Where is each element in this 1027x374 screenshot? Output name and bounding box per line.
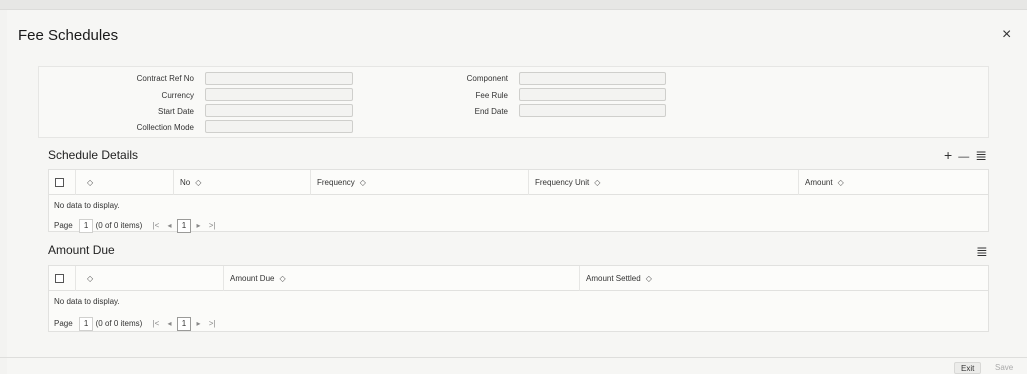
column-header-no[interactable]: No ◇ bbox=[173, 170, 310, 195]
amount-due-grid: ◇ Amount Due ◇ Amount Settled ◇ No data to… bbox=[48, 265, 989, 332]
column-header-frequency-unit[interactable]: Frequency Unit ◇ bbox=[528, 170, 798, 195]
last-page-icon[interactable]: >| bbox=[209, 319, 216, 328]
no-data-message: No data to display. bbox=[54, 297, 120, 306]
prev-page-icon[interactable]: ◂ bbox=[168, 319, 172, 328]
component-label: Component bbox=[466, 74, 508, 83]
current-page-button[interactable]: 1 bbox=[176, 219, 192, 233]
next-page-icon[interactable]: ▸ bbox=[196, 319, 200, 328]
currency-field[interactable] bbox=[205, 88, 353, 101]
pagination: Page 1 (0 of 0 items) |< ◂ 1 ▸ >| bbox=[54, 219, 218, 233]
collection-mode-field[interactable] bbox=[205, 120, 353, 133]
page-label: Page bbox=[54, 221, 73, 230]
column-header-amount[interactable]: Amount ◇ bbox=[798, 170, 988, 195]
page-label: Page bbox=[54, 319, 73, 328]
end-date-label: End Date bbox=[474, 107, 508, 116]
column-header[interactable]: ◇ bbox=[75, 170, 173, 195]
next-page-icon[interactable]: ▸ bbox=[196, 221, 200, 230]
fee-rule-label: Fee Rule bbox=[475, 91, 508, 100]
fee-rule-field[interactable] bbox=[519, 88, 666, 101]
sort-icon[interactable]: ◇ bbox=[279, 274, 285, 283]
component-field[interactable] bbox=[519, 72, 666, 85]
end-date-field[interactable] bbox=[519, 104, 666, 117]
columns-icon[interactable]: ≣ bbox=[976, 243, 988, 260]
amount-due-toolbar: ≣ bbox=[970, 243, 988, 260]
schedule-details-title: Schedule Details bbox=[48, 148, 139, 162]
first-page-icon[interactable]: |< bbox=[153, 319, 160, 328]
no-data-message: No data to display. bbox=[54, 201, 120, 210]
start-date-label: Start Date bbox=[157, 107, 194, 116]
save-button[interactable]: Save bbox=[989, 362, 1019, 374]
select-all-checkbox[interactable] bbox=[55, 178, 64, 187]
collection-mode-label: Collection Mode bbox=[136, 123, 194, 132]
start-date-field[interactable] bbox=[205, 104, 353, 117]
schedule-grid: ◇ No ◇ Frequency ◇ Frequency Unit ◇ Amount ◇… bbox=[48, 169, 989, 233]
amount-due-grid-header: ◇ Amount Due ◇ Amount Settled ◇ bbox=[49, 266, 988, 291]
window-top-strip bbox=[0, 0, 1027, 10]
column-header-amount-due[interactable]: Amount Due ◇ bbox=[223, 266, 579, 291]
sort-icon[interactable]: ◇ bbox=[87, 178, 93, 187]
exit-button[interactable]: Exit bbox=[954, 362, 982, 374]
column-header-frequency[interactable]: Frequency ◇ bbox=[310, 170, 528, 195]
first-page-icon[interactable]: |< bbox=[153, 221, 160, 230]
page-input[interactable]: 1 bbox=[78, 219, 94, 233]
amount-due-title: Amount Due bbox=[48, 243, 115, 257]
contract-ref-no-label: Contract Ref No bbox=[136, 74, 194, 83]
remove-row-icon[interactable]: — bbox=[958, 151, 969, 163]
footer-divider bbox=[0, 357, 1027, 358]
sort-icon[interactable]: ◇ bbox=[838, 178, 844, 187]
schedule-toolbar: + — ≣ bbox=[938, 147, 987, 164]
sort-icon[interactable]: ◇ bbox=[594, 178, 600, 187]
close-icon[interactable]: × bbox=[1002, 26, 1011, 44]
columns-icon[interactable]: ≣ bbox=[975, 147, 987, 164]
last-page-icon[interactable]: >| bbox=[209, 221, 216, 230]
currency-label: Currency bbox=[161, 91, 194, 100]
items-count: (0 of 0 items) bbox=[95, 221, 143, 230]
sort-icon[interactable]: ◇ bbox=[646, 274, 652, 283]
sort-icon[interactable]: ◇ bbox=[360, 178, 366, 187]
contract-ref-no-field[interactable] bbox=[205, 72, 353, 85]
column-header-amount-settled[interactable]: Amount Settled ◇ bbox=[579, 266, 988, 291]
current-page-button[interactable]: 1 bbox=[176, 317, 192, 331]
sort-icon[interactable]: ◇ bbox=[87, 274, 93, 283]
add-row-icon[interactable]: + bbox=[944, 147, 952, 163]
select-all-checkbox[interactable] bbox=[55, 274, 64, 283]
pagination: Page 1 (0 of 0 items) |< ◂ 1 ▸ >| bbox=[54, 317, 218, 331]
column-header[interactable]: ◇ bbox=[75, 266, 223, 291]
dialog-title: Fee Schedules bbox=[18, 27, 119, 44]
items-count: (0 of 0 items) bbox=[95, 319, 143, 328]
prev-page-icon[interactable]: ◂ bbox=[168, 221, 172, 230]
page-input[interactable]: 1 bbox=[78, 317, 94, 331]
schedule-grid-header: ◇ No ◇ Frequency ◇ Frequency Unit ◇ Amount ◇ bbox=[49, 170, 988, 195]
sort-icon[interactable]: ◇ bbox=[195, 178, 201, 187]
